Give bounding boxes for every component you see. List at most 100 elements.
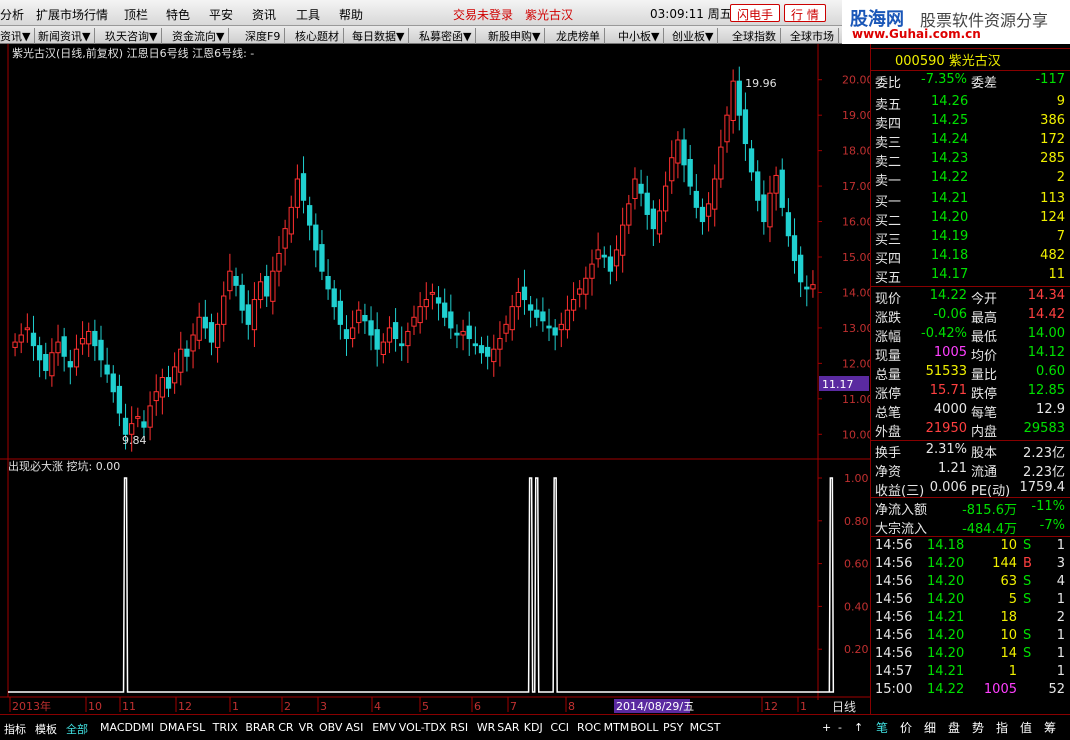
logo: 股海网 股票软件资源分享 www.Guhai.com.cn: [842, 0, 1070, 44]
tab-item[interactable]: 私募密函▼: [419, 28, 477, 44]
tab-item[interactable]: 资金流向▼: [172, 28, 230, 44]
price-tick-label: 16.00: [842, 216, 870, 229]
quote-tab[interactable]: 笔: [876, 719, 888, 736]
candle: [307, 205, 313, 226]
candle: [804, 286, 810, 290]
quote-button[interactable]: 行 情: [784, 4, 826, 22]
indicator-button[interactable]: FSL: [186, 721, 205, 734]
weibi-row: 委比 -7.35% 委差 -117: [875, 72, 1067, 91]
indicator-button[interactable]: BRAR: [245, 721, 275, 734]
quote-tab[interactable]: 筹: [1044, 719, 1056, 736]
tab-item[interactable]: 全球市场: [790, 28, 839, 44]
candle: [650, 208, 657, 230]
date-tick-label: 11: [122, 700, 136, 713]
date-tick-label: 1: [800, 700, 807, 713]
menu-item[interactable]: 资讯: [252, 6, 276, 23]
indicator-button[interactable]: CR: [278, 721, 293, 734]
tab-item[interactable]: 创业板▼: [672, 28, 719, 44]
indicator-button[interactable]: RSI: [450, 721, 468, 734]
menu-item[interactable]: 扩展市场行情: [36, 6, 108, 23]
indicator-button[interactable]: MACD: [100, 721, 133, 734]
candle: [319, 244, 325, 272]
ask-label: 卖四: [875, 117, 902, 132]
candle: [540, 311, 546, 322]
bottom-tab[interactable]: 模板: [35, 721, 57, 737]
indicator-button[interactable]: PSY: [663, 721, 683, 734]
bid-label: 买五: [875, 271, 902, 286]
bid-row: 买四 14.18 482: [875, 248, 1067, 267]
indicator-button[interactable]: ROC: [577, 721, 601, 734]
candle: [399, 343, 405, 347]
tab-item[interactable]: 核心题材: [295, 28, 344, 44]
bid-price: 14.18: [931, 248, 969, 263]
quote-tab[interactable]: 势: [972, 719, 984, 736]
indicator-button[interactable]: ASI: [346, 721, 364, 734]
indicator-button[interactable]: VOL-TDX: [399, 721, 447, 734]
tab-item[interactable]: 每日数据▼: [352, 28, 410, 44]
indicator-button[interactable]: WR: [477, 721, 496, 734]
menu-item[interactable]: 特色: [166, 6, 190, 23]
indicator-button[interactable]: TRIX: [213, 721, 238, 734]
flash-trade-button[interactable]: 闪电手: [730, 4, 781, 22]
ask-price: 14.24: [931, 132, 969, 147]
stat-label: 现价: [875, 292, 902, 307]
date-tick-label: 10: [88, 700, 102, 713]
tab-item[interactable]: 资讯▼: [0, 28, 36, 44]
indicator-button[interactable]: OBV: [319, 721, 342, 734]
quote-tab[interactable]: 值: [1020, 719, 1032, 736]
menu-item[interactable]: 帮助: [339, 6, 363, 23]
candle: [245, 304, 251, 325]
candle: [221, 295, 227, 325]
quote-tab[interactable]: 细: [924, 719, 936, 736]
candle: [178, 348, 184, 373]
menu-item[interactable]: 工具: [296, 6, 320, 23]
indicator-button[interactable]: VR: [299, 721, 314, 734]
candle: [202, 316, 208, 329]
indicator-button[interactable]: MCST: [690, 721, 721, 734]
candle: [448, 311, 454, 329]
indicator-button[interactable]: MTM: [604, 721, 630, 734]
ask-price: 14.26: [931, 94, 969, 109]
nav-button[interactable]: ↑: [854, 721, 863, 734]
menu-item[interactable]: 分析: [0, 6, 24, 23]
logo-url: www.Guhai.com.cn: [852, 27, 981, 41]
tab-item[interactable]: 全球指数: [732, 28, 781, 44]
quote-tab[interactable]: 价: [900, 719, 912, 736]
tab-item[interactable]: 龙虎榜单: [556, 28, 605, 44]
nav-button[interactable]: -: [838, 721, 842, 734]
indicator-button[interactable]: DMI: [133, 721, 154, 734]
indicator-button[interactable]: BOLL: [630, 721, 658, 734]
candle: [613, 249, 620, 267]
quote-tab[interactable]: 指: [996, 719, 1008, 736]
nav-button[interactable]: +: [822, 721, 831, 734]
indicator-button[interactable]: SAR: [497, 721, 519, 734]
tab-item[interactable]: 新闻资讯▼: [38, 28, 96, 44]
indicator-button[interactable]: CCI: [550, 721, 569, 734]
sub-chart-title: 出现必大涨 挖坑: 0.00: [8, 459, 120, 473]
candle: [386, 327, 393, 343]
tab-item[interactable]: 深度F9: [245, 28, 286, 44]
indicator-button[interactable]: DMA: [159, 721, 185, 734]
kline-chart[interactable]: 紫光古汉(日线,前复权) 江恩日6号线 江恩6号线: - 出现必大涨 挖坑: 0.…: [0, 44, 870, 714]
indicator-button[interactable]: KDJ: [524, 721, 543, 734]
tab-item[interactable]: 玖天咨询▼: [105, 28, 163, 44]
stock-header: 000590 紫光古汉: [875, 50, 1067, 69]
quote-tab[interactable]: 盘: [948, 719, 960, 736]
bid-row: 买五 14.17 11: [875, 267, 1067, 286]
candle: [227, 270, 233, 292]
tab-item[interactable]: 中小板▼: [618, 28, 665, 44]
stat-value: 2.23亿: [1023, 465, 1065, 480]
candle: [208, 322, 215, 343]
tab-item[interactable]: 新股申购▼: [488, 28, 546, 44]
menu-item[interactable]: 平安: [209, 6, 233, 23]
price-tick-label: 10.00: [842, 428, 870, 441]
bottom-tab[interactable]: 全部: [66, 721, 88, 737]
candle: [620, 224, 626, 256]
tick-count: 2: [1056, 610, 1065, 625]
period-label[interactable]: 日线: [832, 700, 856, 714]
candle: [362, 315, 368, 322]
bottom-tab[interactable]: 指标: [4, 721, 26, 737]
indicator-button[interactable]: EMV: [372, 721, 396, 734]
menu-item[interactable]: 顶栏: [124, 6, 148, 23]
candle: [411, 316, 417, 327]
